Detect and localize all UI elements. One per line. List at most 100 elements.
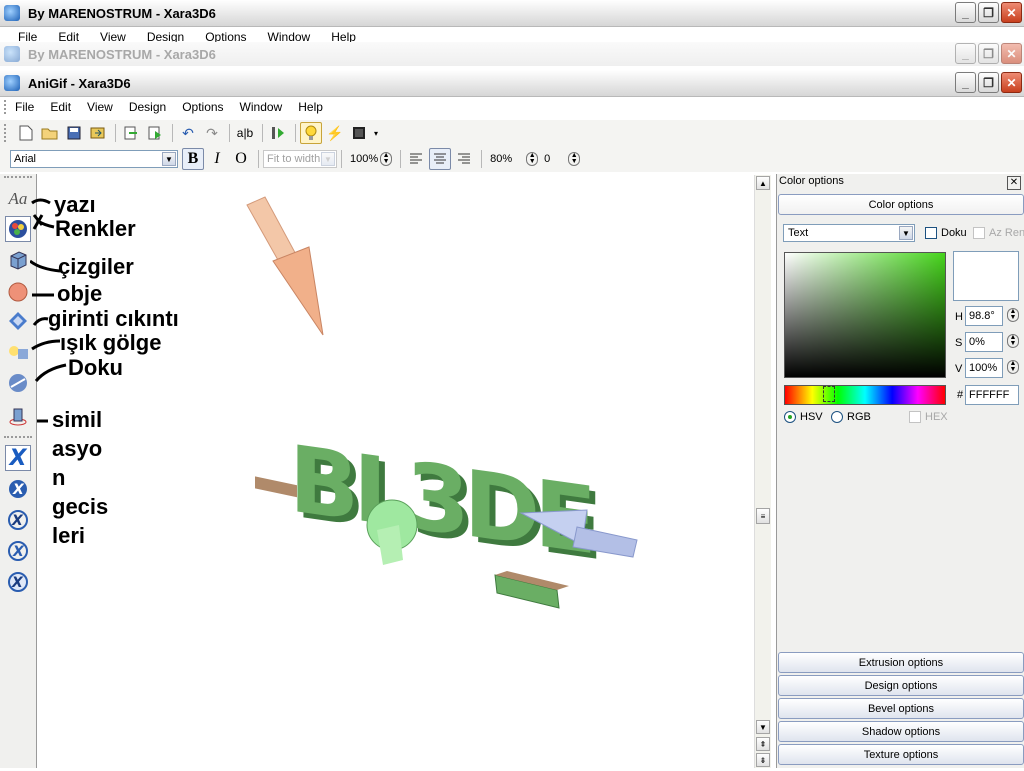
- texture-options-header[interactable]: Texture options: [778, 744, 1024, 765]
- export-icon[interactable]: [87, 122, 109, 144]
- align-center-icon[interactable]: [429, 148, 452, 170]
- text-tool-icon[interactable]: Aa: [5, 186, 31, 212]
- menu-view[interactable]: View: [87, 100, 113, 114]
- doku-checkbox[interactable]: Doku: [925, 227, 967, 239]
- menu-design[interactable]: Design: [129, 100, 166, 114]
- zoom-value[interactable]: 100%: [350, 153, 378, 165]
- back-menu-options[interactable]: Options: [205, 30, 246, 42]
- align-right-icon[interactable]: [453, 148, 475, 170]
- canvas-scrollbar[interactable]: ▲ ≡ ▼ ⇞ ⇟: [754, 175, 771, 768]
- italic-button[interactable]: I: [206, 148, 228, 170]
- bevel-tool-icon[interactable]: [5, 308, 31, 334]
- back-menu-design[interactable]: Design: [147, 30, 184, 42]
- close-button[interactable]: ✕: [1001, 43, 1022, 64]
- az-ren-checkbox[interactable]: Az Ren: [973, 227, 1024, 239]
- restore-button[interactable]: ❐: [978, 2, 999, 23]
- saturation-value-picker[interactable]: [784, 252, 946, 378]
- menu-file[interactable]: File: [15, 100, 34, 114]
- hex-checkbox[interactable]: HEX: [909, 411, 948, 423]
- minimize-button[interactable]: _: [955, 43, 976, 64]
- scroll-thumb[interactable]: ≡: [756, 508, 770, 524]
- value-input[interactable]: 100%: [965, 358, 1003, 378]
- offset-spinner-icon[interactable]: ▲ ▼: [568, 152, 581, 166]
- close-button[interactable]: ✕: [1001, 2, 1022, 23]
- import-icon[interactable]: [120, 122, 142, 144]
- back-window-titlebar[interactable]: By MARENOSTRUM - Xara3D6 _ ❐ ✕: [0, 0, 1024, 27]
- color-target-select[interactable]: Text ▼: [783, 224, 915, 242]
- scroll-down-icon[interactable]: ▼: [756, 720, 770, 734]
- restore-button[interactable]: ❐: [978, 43, 999, 64]
- page-up-icon[interactable]: ⇞: [756, 737, 770, 751]
- color-tool-icon[interactable]: [5, 216, 31, 242]
- light-shadow-tool-icon[interactable]: [5, 339, 31, 365]
- align-left-icon[interactable]: [405, 148, 427, 170]
- minimize-button[interactable]: _: [955, 2, 976, 23]
- menu-edit[interactable]: Edit: [50, 100, 71, 114]
- hue-slider[interactable]: [784, 385, 946, 405]
- value-spinner-icon[interactable]: ▲ ▼: [1007, 360, 1019, 374]
- undo-icon[interactable]: ↶: [177, 122, 199, 144]
- lightbulb-icon[interactable]: [300, 122, 322, 144]
- animation-tool-icon[interactable]: [5, 403, 31, 429]
- extrusion-tool-icon[interactable]: [5, 247, 31, 273]
- saturation-input[interactable]: 0%: [965, 332, 1003, 352]
- extrusion-options-header[interactable]: Extrusion options: [778, 652, 1024, 673]
- transition-5-icon[interactable]: X: [5, 569, 31, 595]
- back-menu-edit[interactable]: Edit: [58, 30, 79, 42]
- back-menu-help[interactable]: Help: [331, 30, 356, 42]
- restore-button[interactable]: ❐: [978, 72, 999, 93]
- animation-frames-icon[interactable]: [267, 122, 289, 144]
- fit-select[interactable]: Fit to width ▼: [263, 150, 337, 168]
- texture-tool-icon[interactable]: [5, 370, 31, 396]
- back-menu-view[interactable]: View: [100, 30, 126, 42]
- open-folder-icon[interactable]: [39, 122, 61, 144]
- new-file-icon[interactable]: [15, 122, 37, 144]
- minimize-button[interactable]: _: [955, 72, 976, 93]
- menu-help[interactable]: Help: [298, 100, 323, 114]
- saturation-spinner-icon[interactable]: ▲ ▼: [1007, 334, 1019, 348]
- close-icon[interactable]: ✕: [1007, 176, 1021, 190]
- middle-window-titlebar[interactable]: By MARENOSTRUM - Xara3D6 _ ❐ ✕: [0, 42, 1024, 66]
- shadow-options-header[interactable]: Shadow options: [778, 721, 1024, 742]
- hsv-radio[interactable]: HSV: [784, 411, 823, 423]
- menu-window[interactable]: Window: [240, 100, 283, 114]
- zoom-spinner-icon[interactable]: ▲ ▼: [380, 152, 393, 166]
- hue-input[interactable]: 98.8°: [965, 306, 1003, 326]
- scroll-up-icon[interactable]: ▲: [756, 176, 770, 190]
- bevel-options-header[interactable]: Bevel options: [778, 698, 1024, 719]
- transition-2-icon[interactable]: X: [5, 476, 31, 502]
- lightning-icon[interactable]: ⚡: [324, 122, 346, 144]
- spellcheck-icon[interactable]: a|b: [234, 122, 256, 144]
- menu-options[interactable]: Options: [182, 100, 223, 114]
- transition-1-icon[interactable]: X: [5, 445, 31, 471]
- object-tool-icon[interactable]: [5, 279, 31, 305]
- play-export-icon[interactable]: [144, 122, 166, 144]
- spacing-value[interactable]: 80%: [490, 153, 512, 165]
- back-menu-window[interactable]: Window: [268, 30, 311, 42]
- transition-4-icon[interactable]: X: [5, 538, 31, 564]
- hue-spinner-icon[interactable]: ▲ ▼: [1007, 308, 1019, 322]
- transition-3-icon[interactable]: X: [5, 507, 31, 533]
- window-frame-icon[interactable]: [348, 122, 370, 144]
- color-options-header[interactable]: Color options: [778, 194, 1024, 215]
- close-button[interactable]: ✕: [1001, 72, 1022, 93]
- spacing-spinner-icon[interactable]: ▲ ▼: [526, 152, 539, 166]
- page-down-icon[interactable]: ⇟: [756, 753, 770, 767]
- pink-arrow-object[interactable]: [246, 196, 324, 336]
- outline-button[interactable]: O: [230, 148, 252, 170]
- hue-slider-handle[interactable]: [823, 386, 835, 402]
- hex-input[interactable]: FFFFFF: [965, 385, 1019, 405]
- bold-button[interactable]: B: [182, 148, 204, 170]
- design-options-header[interactable]: Design options: [778, 675, 1024, 696]
- save-icon[interactable]: [63, 122, 85, 144]
- design-canvas[interactable]: BL3DE BL3DE: [37, 175, 754, 768]
- front-window-titlebar[interactable]: AniGif - Xara3D6 _ ❐ ✕: [0, 70, 1024, 97]
- back-menu-file[interactable]: File: [18, 30, 37, 42]
- green-sphere-object[interactable]: [366, 499, 418, 565]
- font-select[interactable]: Arial ▼: [10, 150, 178, 168]
- more-dropdown-icon[interactable]: ▾: [372, 122, 380, 144]
- rgb-radio[interactable]: RGB: [831, 411, 871, 423]
- annotation-simil-3: n: [52, 465, 66, 490]
- offset-value[interactable]: 0: [544, 153, 566, 165]
- redo-icon[interactable]: ↷: [201, 122, 223, 144]
